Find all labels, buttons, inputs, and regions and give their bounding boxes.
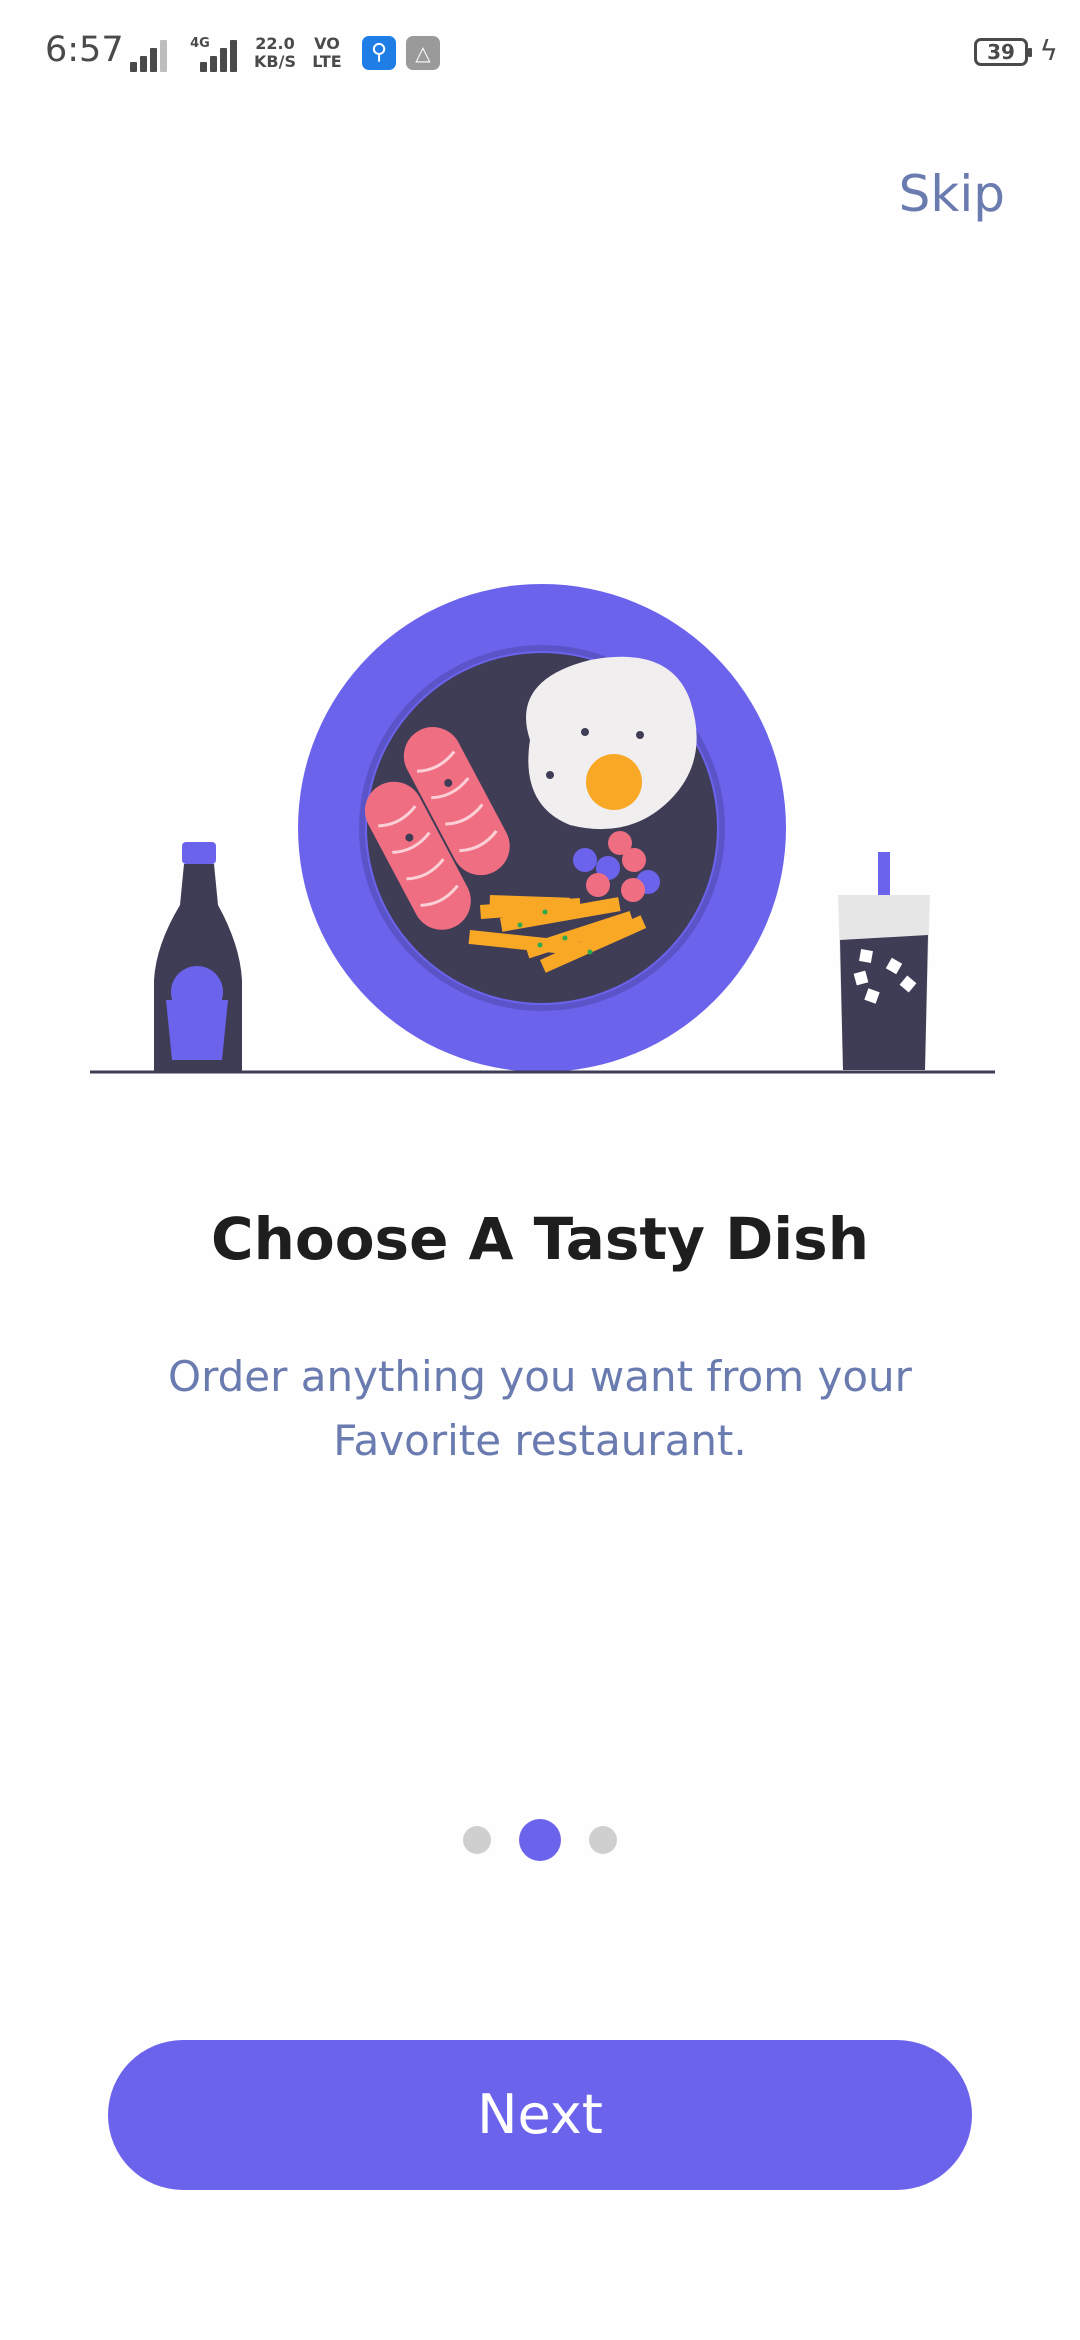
page-dot-1 xyxy=(463,1826,491,1854)
subtitle-line-2: Favorite restaurant. xyxy=(333,1416,747,1465)
volte-bottom: LTE xyxy=(312,52,342,71)
network-speed-value: 22.0 xyxy=(255,34,295,53)
network-speed-unit: KB/S xyxy=(254,52,296,71)
skip-button[interactable]: Skip xyxy=(899,165,1005,223)
status-time: 6:57 xyxy=(45,30,124,70)
usb-icon: ⚲ xyxy=(362,36,396,70)
onboarding-subtitle: Order anything you want from your Favori… xyxy=(120,1345,960,1473)
sauce-bottle xyxy=(154,842,242,1072)
page-indicator xyxy=(0,1818,1080,1862)
egg-yolk xyxy=(586,754,642,810)
signal-icon xyxy=(130,38,174,72)
charging-bolt-icon: ϟ xyxy=(1039,34,1058,67)
page-dot-2-active xyxy=(519,1819,561,1861)
battery-icon: 39 xyxy=(974,38,1032,66)
subtitle-line-1: Order anything you want from your xyxy=(168,1352,912,1401)
dish-illustration xyxy=(90,584,995,1074)
onboarding-title: Choose A Tasty Dish xyxy=(211,1205,869,1273)
volte-top: VO xyxy=(314,34,340,53)
page-dot-3 xyxy=(589,1826,617,1854)
next-button[interactable]: Next xyxy=(108,2040,972,2190)
drink-glass xyxy=(838,852,930,1070)
sync-icon: △ xyxy=(406,36,440,70)
signal-icon-2 xyxy=(200,38,244,72)
status-bar: 6:57 4G 22.0 KB/S VO LTE ⚲ △ 39 ϟ xyxy=(0,0,1080,110)
